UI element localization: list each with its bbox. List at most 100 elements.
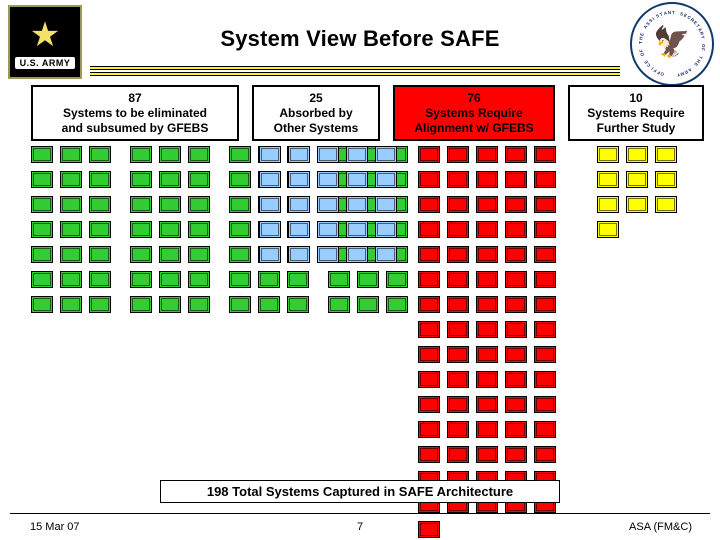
system-icon [447,296,469,313]
system-icon [476,271,498,288]
system-icon [505,146,527,163]
system-icon [89,246,111,263]
system-icon [418,396,440,413]
system-icon-inner [536,323,554,336]
system-icon-inner [33,198,51,211]
system-icon-inner [420,348,438,361]
system-icon [534,396,556,413]
system-icon-inner [231,173,249,186]
system-icon-inner [536,223,554,236]
system-icon [534,246,556,263]
system-icon-inner [231,198,249,211]
system-icon [317,246,339,263]
system-icon [159,246,181,263]
system-icon-inner [478,423,496,436]
system-icon-inner [290,148,308,161]
system-icon-inner [449,248,467,261]
system-icon-inner [190,273,208,286]
category-line2-absorbed: Other Systems [273,121,359,135]
system-icon-inner [132,273,150,286]
system-icon-inner [290,248,308,261]
system-icon-inner [536,198,554,211]
category-box-further-study: 10 Systems Require Further Study [568,85,704,141]
system-icon [534,296,556,313]
system-icon [418,271,440,288]
system-icon [505,221,527,238]
system-icon-inner [478,148,496,161]
system-icon-inner [449,423,467,436]
system-icon [317,171,339,188]
system-icon [447,446,469,463]
footer-divider [10,513,710,514]
category-line2-further-study: Further Study [596,121,676,135]
system-icon-inner [62,148,80,161]
system-icon [259,221,281,238]
system-icon-inner [449,298,467,311]
system-icon-inner [261,148,279,161]
system-icon [288,221,310,238]
system-icon [229,146,251,163]
category-count-eliminated: 87 [128,91,142,105]
system-icon [447,146,469,163]
system-icon-inner [260,298,278,311]
system-icon [89,196,111,213]
system-icon-inner [190,223,208,236]
system-icon [418,171,440,188]
system-icon [626,171,648,188]
system-icon [357,296,379,313]
system-icon [505,421,527,438]
category-line1-eliminated: Systems to be eliminated [62,106,208,120]
system-icon-inner [289,273,307,286]
system-icon [505,371,527,388]
system-icon-inner [348,248,366,261]
system-icon-inner [132,248,150,261]
system-icon-inner [449,148,467,161]
system-icon-inner [507,198,525,211]
system-icon-inner [161,148,179,161]
system-icon-inner [91,223,109,236]
system-icon-inner [261,248,279,261]
category-box-absorbed: 25 Absorbed by Other Systems [252,85,380,141]
system-icon-inner [628,173,646,186]
system-icon-inner [33,173,51,186]
system-icon-inner [507,423,525,436]
system-icon-inner [599,173,617,186]
system-icon [447,246,469,263]
system-icon [418,196,440,213]
category-count-further-study: 10 [629,91,643,105]
total-systems-banner: 198 Total Systems Captured in SAFE Archi… [160,480,560,503]
system-icon [476,296,498,313]
system-icon [60,221,82,238]
system-icon [346,196,368,213]
system-icon-inner [478,448,496,461]
system-icon-inner [536,348,554,361]
system-icon-inner [420,173,438,186]
system-icon-inner [536,423,554,436]
system-icon [31,246,53,263]
system-icon [31,296,53,313]
system-icon-inner [190,248,208,261]
system-icon [229,171,251,188]
system-icon-inner [161,223,179,236]
system-icon-inner [348,223,366,236]
system-icon [31,171,53,188]
category-box-eliminated: 87 Systems to be eliminated and subsumed… [31,85,239,141]
system-icon-inner [190,198,208,211]
system-icon [188,196,210,213]
system-icon-inner [231,298,249,311]
system-icon [229,271,251,288]
system-icon [188,246,210,263]
category-line1-absorbed: Absorbed by [279,106,353,120]
system-icon-inner [657,198,675,211]
system-icon-inner [33,273,51,286]
system-icon-inner [161,248,179,261]
system-icon [476,171,498,188]
system-icon [288,171,310,188]
system-icon-inner [449,398,467,411]
system-icon-inner [420,448,438,461]
system-icon [130,246,152,263]
system-icon-inner [478,298,496,311]
system-icon [505,296,527,313]
system-icon-inner [62,198,80,211]
system-icon [476,371,498,388]
